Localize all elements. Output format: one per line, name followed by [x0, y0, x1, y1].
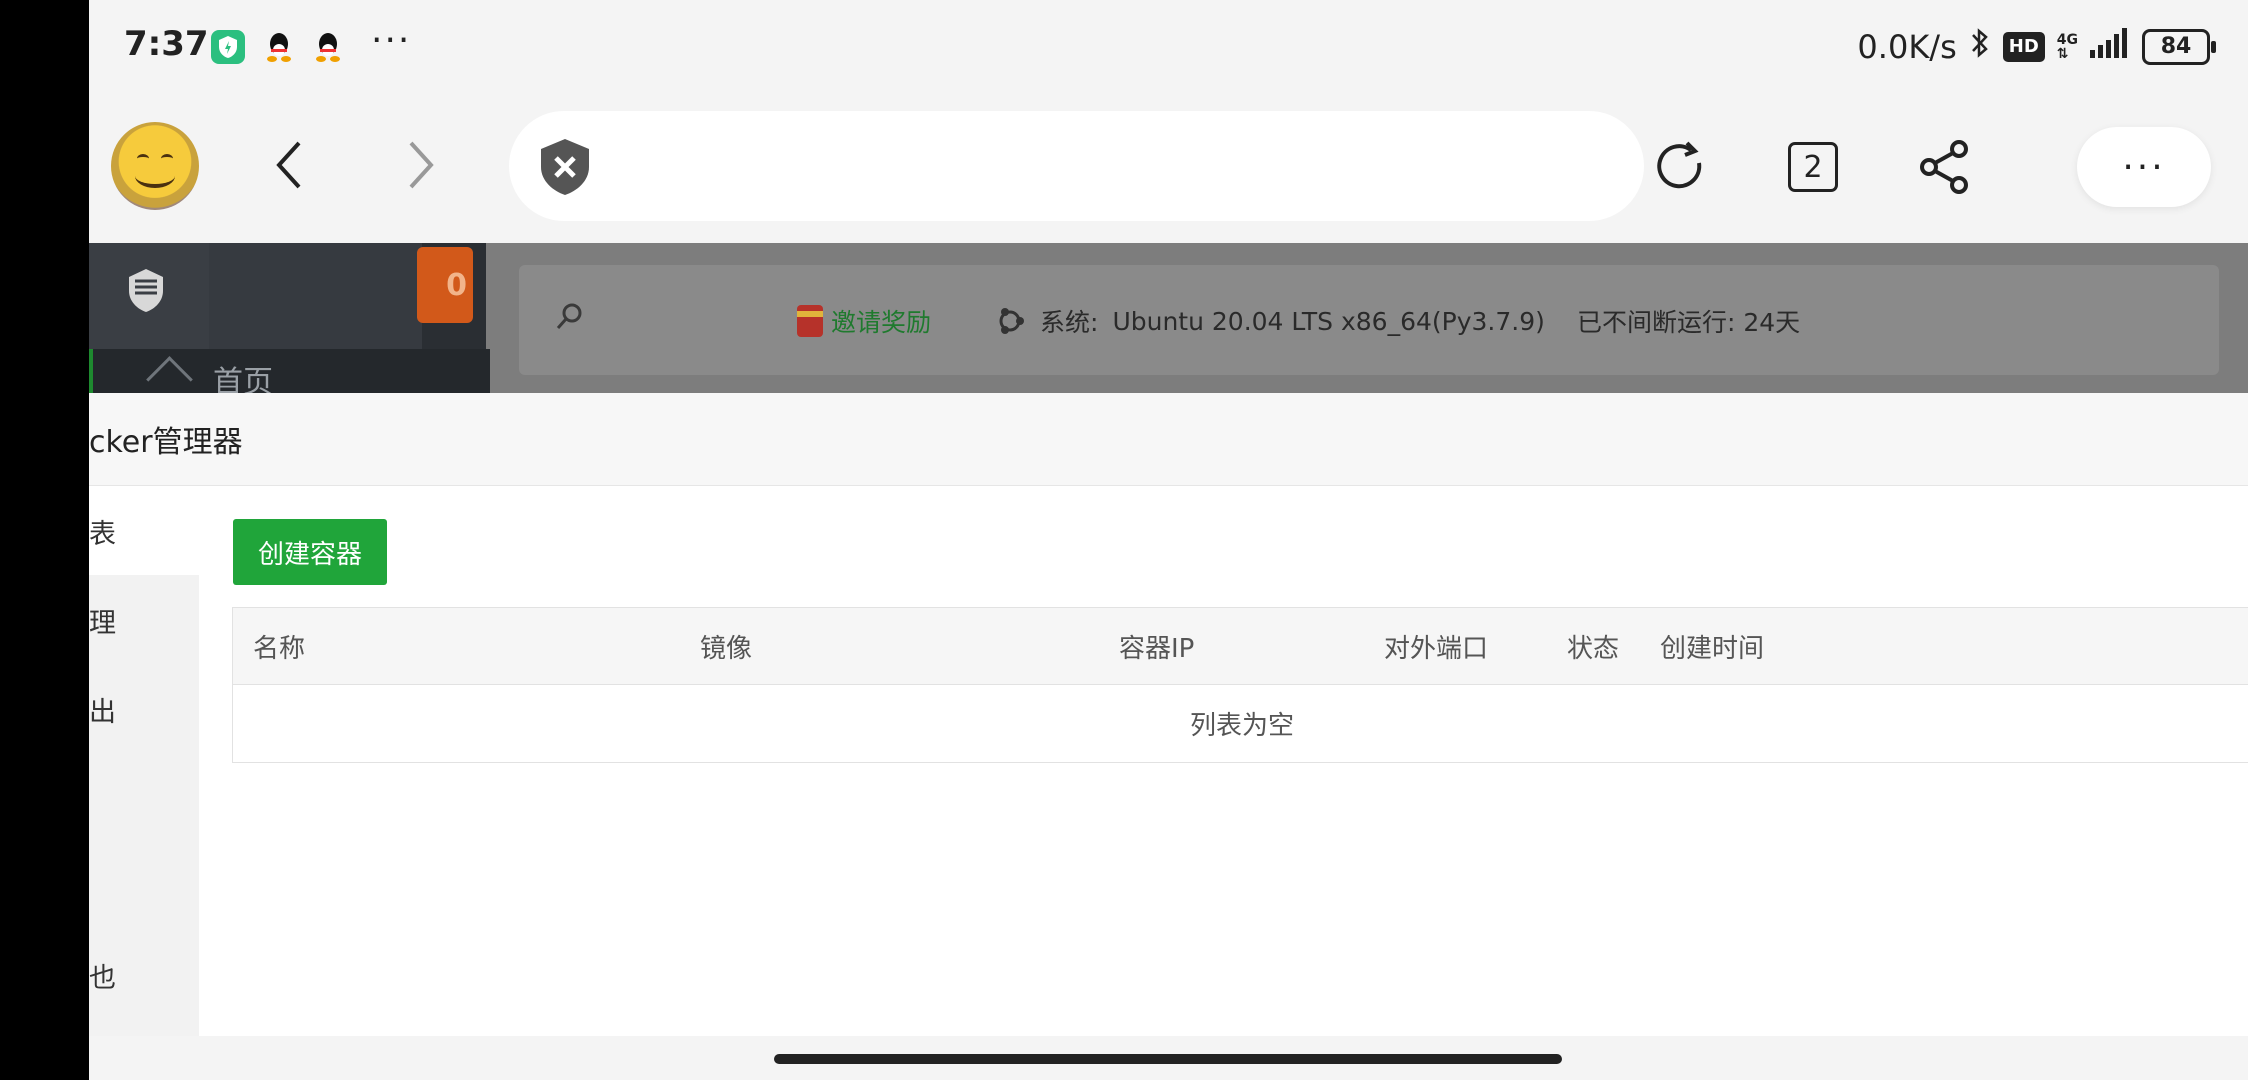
left-bezel — [0, 0, 89, 1080]
battery-icon: 84 — [2142, 29, 2216, 65]
tab-count: 2 — [1788, 142, 1838, 192]
gift-icon — [797, 305, 823, 337]
system-info: 系统: Ubuntu 20.04 LTS x86_64(Py3.7.9) — [994, 303, 1545, 339]
container-table: 名称 镜像 容器IP 对外端口 状态 创建时间 列表为空 — [232, 607, 2248, 763]
column-header-image[interactable]: 镜像 — [700, 628, 752, 665]
sidebar-item-label: 首页 — [213, 365, 273, 393]
net-speed: 0.0K/s — [1857, 28, 1957, 66]
create-container-button[interactable]: 创建容器 — [233, 519, 387, 585]
more-menu-button[interactable]: ··· — [2077, 127, 2211, 207]
subnav-item-management[interactable]: 理 — [89, 575, 199, 664]
panel-logo[interactable] — [89, 243, 209, 349]
back-button[interactable] — [259, 135, 319, 195]
home-icon — [146, 356, 193, 393]
data-arrows-icon: ⇅ — [2056, 46, 2069, 62]
subnav-item-other[interactable]: 也 — [89, 930, 199, 1019]
sub-navigation: 表 理 出 也 — [89, 486, 199, 1036]
share-button[interactable] — [1913, 135, 1977, 199]
share-icon — [1920, 140, 1968, 194]
search-icon[interactable] — [555, 301, 585, 331]
qq-notification-icon — [264, 30, 294, 64]
avatar-mouth — [135, 164, 175, 188]
tabs-button[interactable]: 2 — [1781, 135, 1845, 199]
browser-toolbar: 2 ··· — [89, 95, 2248, 243]
reload-button[interactable] — [1649, 135, 1713, 199]
logo-icon — [129, 269, 163, 312]
main-content: 创建容器 名称 镜像 容器IP 对外端口 状态 创建时间 列表为空 — [199, 486, 2248, 1036]
address-bar[interactable] — [509, 111, 1644, 221]
panel-header: 0 首页 邀请奖励 系统: Ubuntu 20.04 LTS x86_64(Py… — [89, 243, 2248, 393]
column-header-status[interactable]: 状态 — [1567, 628, 1619, 665]
status-right: 0.0K/s HD 4G ⇅ 84 — [1857, 26, 2216, 68]
column-header-name[interactable]: 名称 — [253, 628, 305, 665]
invite-reward-link[interactable]: 邀请奖励 — [797, 303, 931, 339]
table-header: 名称 镜像 容器IP 对外端口 状态 创建时间 — [233, 608, 2248, 685]
user-avatar[interactable] — [111, 122, 199, 210]
system-label: 系统: — [1040, 308, 1099, 337]
chevron-left-icon — [276, 141, 301, 189]
avatar-eye — [137, 154, 149, 163]
panel-username-area — [209, 243, 422, 349]
bluetooth-icon — [1969, 26, 1991, 68]
empty-table-message: 列表为空 — [1189, 710, 1294, 741]
page-title: cker管理器 — [89, 425, 243, 460]
status-bar: 7:37 ··· 0.0K/s HD 4G ⇅ 84 — [89, 0, 2248, 95]
chevron-right-icon — [409, 141, 434, 189]
panel-sidebar: 0 首页 — [89, 243, 490, 393]
status-time: 7:37 — [124, 24, 209, 64]
network-type: 4G ⇅ — [2056, 32, 2078, 62]
signal-icon — [2090, 28, 2130, 66]
system-value: Ubuntu 20.04 LTS x86_64(Py3.7.9) — [1112, 306, 1545, 336]
column-header-external-port[interactable]: 对外端口 — [1384, 628, 1488, 665]
sidebar-item-home[interactable]: 首页 — [89, 349, 490, 393]
subnav-item-container-list[interactable]: 表 — [89, 486, 199, 575]
insecure-shield-icon[interactable] — [537, 137, 593, 197]
avatar-eye — [161, 154, 173, 163]
screen: 7:37 ··· 0.0K/s HD 4G ⇅ 84 2 ··· 0 首页 邀请… — [89, 0, 2248, 1080]
notification-badge[interactable]: 0 — [417, 247, 473, 323]
hd-voice-badge: HD — [2002, 32, 2045, 62]
uptime-text: 已不间断运行: 24天 — [1577, 308, 1801, 337]
ubuntu-icon — [999, 308, 1024, 334]
content-header: cker管理器 — [89, 393, 2248, 486]
subnav-item-export[interactable]: 出 — [89, 664, 199, 753]
qq-notification-icon — [313, 30, 343, 64]
column-header-container-ip[interactable]: 容器IP — [1119, 628, 1194, 665]
forward-button[interactable] — [391, 135, 451, 195]
gesture-bar — [89, 1036, 2248, 1080]
reload-icon — [1657, 141, 1702, 189]
column-header-created-time[interactable]: 创建时间 — [1660, 628, 1764, 665]
home-indicator[interactable] — [774, 1054, 1562, 1064]
security-app-icon — [211, 30, 245, 64]
more-notifications-icon: ··· — [371, 20, 412, 61]
